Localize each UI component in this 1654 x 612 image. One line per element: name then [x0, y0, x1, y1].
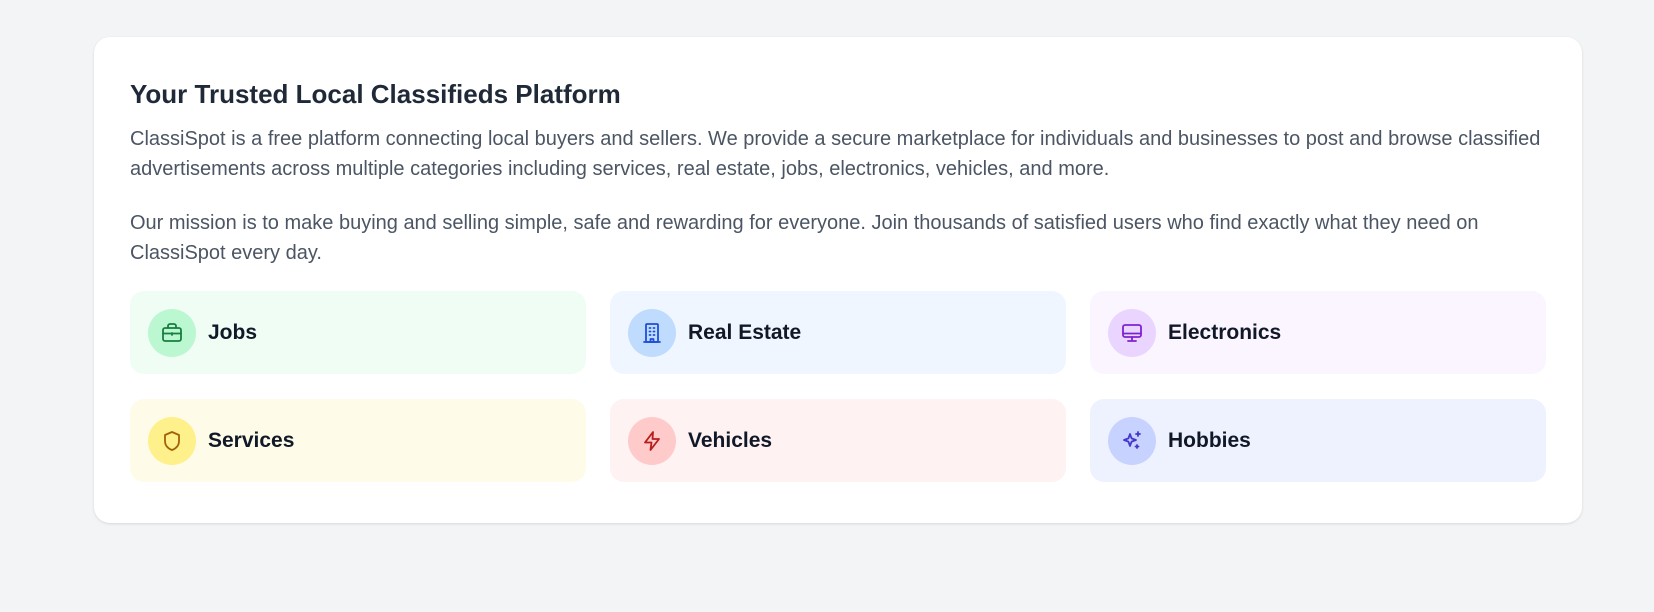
monitor-icon [1108, 308, 1156, 357]
about-title: Your Trusted Local Classifieds Platform [130, 79, 621, 109]
category-label: Electronics [1168, 320, 1282, 344]
briefcase-icon [148, 308, 196, 357]
category-label: Jobs [208, 320, 258, 344]
category-label: Real Estate [688, 320, 802, 344]
category-grid: Jobs Real Estate Electronics Services Ve… [130, 291, 1546, 482]
lightning-icon [628, 416, 676, 465]
category-label: Hobbies [1168, 428, 1251, 452]
category-vehicles[interactable]: Vehicles [610, 399, 1066, 482]
about-card: Your Trusted Local Classifieds Platform … [94, 37, 1582, 523]
category-electronics[interactable]: Electronics [1090, 291, 1546, 374]
about-paragraph-mission: Our mission is to make buying and sellin… [130, 212, 1479, 264]
category-real-estate[interactable]: Real Estate [610, 291, 1066, 374]
category-services[interactable]: Services [130, 399, 586, 482]
about-paragraph-intro: ClassiSpot is a free platform connecting… [130, 128, 1541, 180]
sparkles-icon [1108, 416, 1156, 465]
shield-icon [148, 416, 196, 465]
category-jobs[interactable]: Jobs [130, 291, 586, 374]
building-icon [628, 308, 676, 357]
category-hobbies[interactable]: Hobbies [1090, 399, 1546, 482]
category-label: Vehicles [688, 428, 773, 452]
category-label: Services [208, 428, 295, 452]
